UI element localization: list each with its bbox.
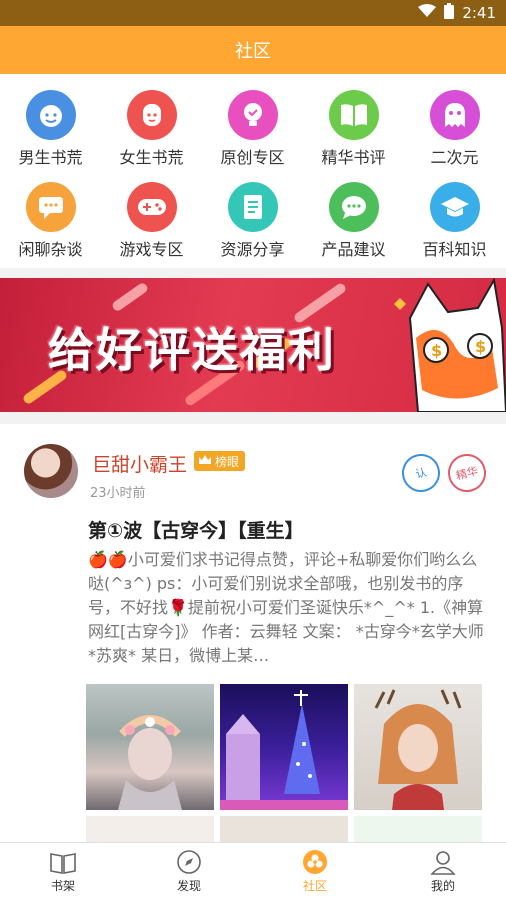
- tab-label: 书架: [50, 879, 75, 893]
- category-label: 原创专区: [220, 148, 285, 167]
- category-label: 二次元: [430, 148, 479, 167]
- tab-label: 我的: [430, 879, 455, 893]
- status-bar: 2:41: [0, 0, 506, 26]
- certified-stamp: 认: [397, 449, 445, 497]
- tab-discover[interactable]: 发现: [126, 843, 252, 900]
- category-chat[interactable]: 闲聊杂谈: [0, 166, 101, 259]
- tab-label: 社区: [302, 879, 327, 893]
- rank-badge: 榜眼: [194, 451, 246, 471]
- wifi-icon: [418, 4, 437, 22]
- category-games[interactable]: 游戏专区: [101, 166, 202, 259]
- category-label: 产品建议: [321, 240, 386, 259]
- tab-community[interactable]: 社区: [252, 843, 378, 900]
- post-card[interactable]: 巨甜小霸王 榜眼 23小时前 认 精华 第①波【古穿今】【重生】 🍎🍎小可爱们求…: [0, 424, 506, 844]
- category-label: 闲聊杂谈: [18, 240, 83, 259]
- category-label: 女生书荒: [119, 148, 184, 167]
- fox-mascot-icon: $ $: [388, 278, 506, 412]
- post-image[interactable]: [354, 816, 482, 844]
- tab-label: 发现: [176, 879, 201, 893]
- category-girl-books[interactable]: 女生书荒: [101, 74, 202, 167]
- lightbulb-icon: [227, 90, 278, 140]
- graduation-cap-icon: [429, 182, 480, 232]
- category-anime[interactable]: 二次元: [404, 74, 505, 167]
- compass-icon: [126, 843, 252, 875]
- category-label: 男生书荒: [18, 148, 83, 167]
- tab-profile[interactable]: 我的: [380, 843, 506, 900]
- post-username[interactable]: 巨甜小霸王: [92, 450, 187, 477]
- boy-face-icon: [25, 90, 76, 140]
- avatar[interactable]: [24, 444, 78, 498]
- post-image[interactable]: [220, 816, 348, 844]
- tab-bookshelf[interactable]: 书架: [0, 843, 126, 900]
- bookshelf-icon: [0, 843, 126, 875]
- page-title: 社区: [235, 41, 271, 62]
- bottom-tab-bar: 书架 发现 社区 我的: [0, 842, 506, 900]
- post-image[interactable]: [86, 684, 214, 810]
- svg-text:$: $: [475, 337, 486, 356]
- rank-badge-label: 榜眼: [215, 454, 240, 469]
- post-time: 23小时前: [90, 486, 146, 501]
- banner-text: 给好评送福利: [48, 323, 336, 377]
- category-reviews[interactable]: 精华书评: [303, 74, 404, 167]
- clock: 2:41: [462, 4, 496, 22]
- girl-face-icon: [126, 90, 177, 140]
- promo-banner[interactable]: 给好评送福利 $ $: [0, 278, 506, 412]
- category-label: 精华书评: [321, 148, 386, 167]
- category-label: 游戏专区: [119, 240, 184, 259]
- community-icon: [252, 843, 378, 875]
- category-boy-books[interactable]: 男生书荒: [0, 74, 101, 167]
- category-resources[interactable]: 资源分享: [202, 166, 303, 259]
- ghost-icon: [429, 90, 480, 140]
- app-header: 社区: [0, 26, 506, 74]
- post-image[interactable]: [354, 684, 482, 810]
- svg-text:$: $: [431, 341, 442, 360]
- category-label: 百科知识: [422, 240, 487, 259]
- user-icon: [380, 843, 506, 875]
- document-icon: [227, 182, 278, 232]
- category-grid: 男生书荒 女生书荒 原创专区 精华书评 二次元 闲聊杂谈 游戏专区 资源分享 产…: [0, 74, 506, 268]
- gamepad-icon: [126, 182, 177, 232]
- speech-icon: [328, 182, 379, 232]
- category-suggestions[interactable]: 产品建议: [303, 166, 404, 259]
- category-encyclopedia[interactable]: 百科知识: [404, 166, 505, 259]
- battery-icon: [444, 3, 455, 23]
- crown-icon: [198, 454, 212, 469]
- category-original[interactable]: 原创专区: [202, 74, 303, 167]
- featured-stamp: 精华: [443, 449, 491, 497]
- post-image[interactable]: [220, 684, 348, 810]
- post-body[interactable]: 🍎🍎小可爱们求书记得点赞，评论+私聊爱你们哟么么哒(^з^) ps：小可爱们别说…: [88, 548, 488, 672]
- post-image[interactable]: [86, 816, 214, 844]
- post-title[interactable]: 第①波【古穿今】【重生】: [88, 516, 304, 543]
- category-label: 资源分享: [220, 240, 285, 259]
- chat-bubble-icon: [25, 182, 76, 232]
- book-icon: [328, 90, 379, 140]
